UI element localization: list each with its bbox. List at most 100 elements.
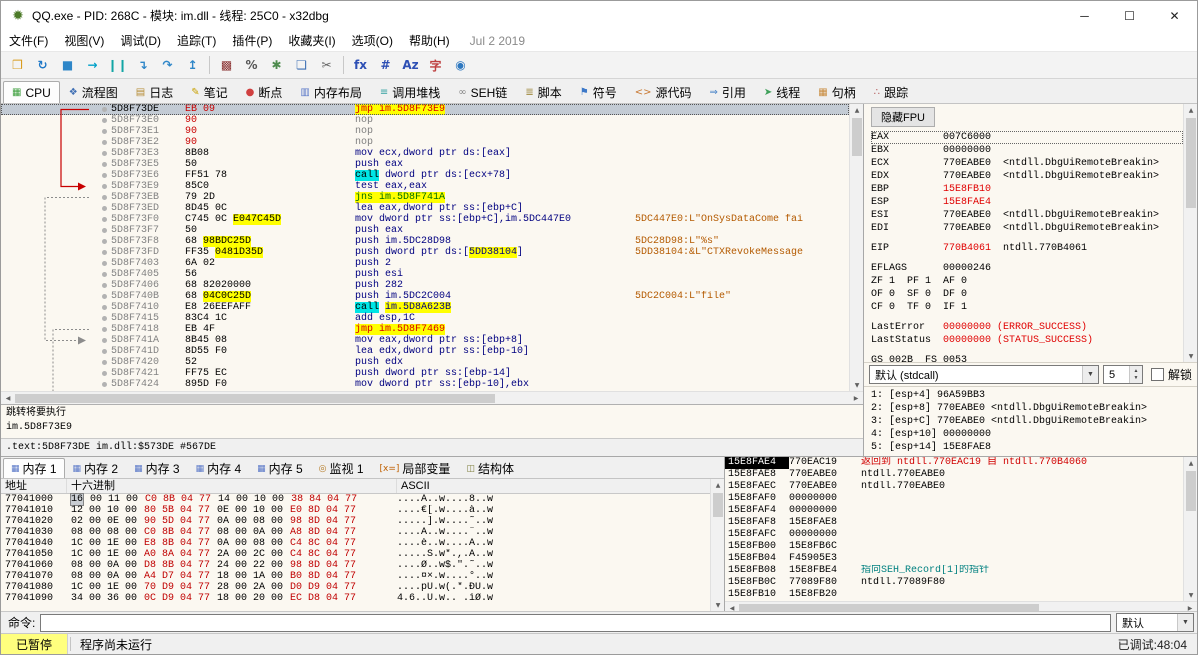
scroll-thumb[interactable]: [15, 394, 495, 403]
breakpoint-dot-cell[interactable]: [97, 379, 111, 390]
stack-row[interactable]: 15E8FAE4770EAC19返回到 ntdll.770EAC19 自 ntd…: [725, 457, 1183, 469]
stack-row[interactable]: 15E8FAE8770EABE0ntdll.770EABE0: [725, 469, 1183, 481]
disasm-row[interactable]: 5D8F73E550push eax: [1, 159, 849, 170]
breakpoint-dot-cell[interactable]: [97, 346, 111, 357]
step-out-icon[interactable]: ↥: [180, 54, 205, 77]
disasm-row[interactable]: 5D8F73EB79 2Djns im.5D8F741A: [1, 192, 849, 203]
stack-row[interactable]: 15E8FB1015E8FB20: [725, 589, 1183, 601]
argument-row[interactable]: 1: [esp+4] 96A59BB3: [871, 389, 1190, 402]
registers-vscrollbar[interactable]: ▲ ▼: [1183, 104, 1197, 362]
tab-dump3[interactable]: ▦内存 3: [126, 458, 188, 478]
breakpoint-dot-cell[interactable]: [97, 159, 111, 170]
scroll-left-arrow[interactable]: ◀: [725, 602, 739, 611]
disasm-row[interactable]: 5D8F7410E8 26EEFAFFcall im.5D8A623B: [1, 302, 849, 313]
dump-row[interactable]: 770410001600 11 00C0 8B 04 7714 00 10 00…: [1, 494, 710, 505]
command-profile-select[interactable]: 默认 ▼: [1116, 613, 1194, 632]
disasm-vscrollbar[interactable]: ▲ ▼: [849, 104, 863, 391]
tab-seh[interactable]: ∞SEH链: [449, 81, 516, 103]
breakpoint-dot-cell[interactable]: [97, 280, 111, 291]
argument-row[interactable]: 4: [esp+10] 00000000: [871, 428, 1190, 441]
scroll-thumb[interactable]: [852, 118, 862, 156]
tab-threads[interactable]: ➤线程: [755, 81, 809, 103]
breakpoint-dot-cell[interactable]: [97, 324, 111, 335]
tab-memory-map[interactable]: ▥内存布局: [291, 81, 370, 103]
scroll-down-arrow[interactable]: ▼: [850, 379, 864, 391]
calling-convention-select[interactable]: 默认 (stdcall) ▼: [869, 365, 1099, 384]
register-eflags[interactable]: EFLAGS00000246: [871, 262, 1183, 275]
pause-icon[interactable]: ❙❙: [105, 54, 130, 77]
breakpoint-dot-cell[interactable]: [97, 368, 111, 379]
tab-symbols[interactable]: ⚑符号: [571, 81, 626, 103]
breakpoint-dot-cell[interactable]: [97, 170, 111, 181]
disasm-row[interactable]: 5D8F73F0C745 0C E047C45Dmov dword ptr ss…: [1, 214, 849, 225]
dump-header-address[interactable]: 地址: [1, 479, 67, 493]
stack-row[interactable]: 15E8FAF815E8FAE8: [725, 517, 1183, 529]
breakpoint-dot-cell[interactable]: [97, 236, 111, 247]
dump-row[interactable]: 7704103008 00 08 00C0 8B 04 7708 00 0A 0…: [1, 527, 710, 538]
stack-rows[interactable]: 15E8FAE4770EAC19返回到 ntdll.770EAC19 自 ntd…: [725, 457, 1183, 601]
breakpoint-dot-cell[interactable]: [97, 203, 111, 214]
step-over-icon[interactable]: ↷: [155, 54, 180, 77]
patches-icon[interactable]: ▩: [214, 54, 239, 77]
scroll-thumb[interactable]: [713, 493, 723, 517]
register-ecx[interactable]: ECX770EABE0<ntdll.DbgUiRemoteBreakin>: [871, 157, 1183, 170]
dump-row[interactable]: 7704101012 00 10 0080 5B 04 770E 00 10 0…: [1, 505, 710, 516]
menu-help[interactable]: 帮助(H): [401, 30, 458, 51]
scroll-right-arrow[interactable]: ▶: [1183, 602, 1197, 611]
tab-source[interactable]: <>源代码: [626, 81, 701, 103]
scroll-thumb[interactable]: [1186, 118, 1196, 208]
fx-icon[interactable]: fx: [348, 54, 373, 77]
breakpoint-dot-cell[interactable]: [97, 126, 111, 137]
menu-options[interactable]: 选项(O): [344, 30, 401, 51]
disasm-row[interactable]: 5D8F740668 82020000push 282: [1, 280, 849, 291]
disasm-row[interactable]: 5D8F73E38B08mov ecx,dword ptr ds:[eax]: [1, 148, 849, 159]
breakpoint-dot-cell[interactable]: [97, 181, 111, 192]
breakpoint-dot-cell[interactable]: [97, 291, 111, 302]
dump-row[interactable]: 7704107008 00 0A 00A4 D7 04 7718 00 1A 0…: [1, 571, 710, 582]
register-esp[interactable]: ESP15E8FAE4: [871, 196, 1183, 209]
disassembly-rows[interactable]: 5D8F73DEEB 09jmp im.5D8F73E95D8F73E090no…: [1, 104, 849, 391]
stack-row[interactable]: 15E8FB04F45905E3: [725, 553, 1183, 565]
dump-vscrollbar[interactable]: ▲ ▼: [710, 479, 724, 611]
tab-script[interactable]: ≣脚本: [516, 81, 570, 103]
breakpoint-dot-cell[interactable]: [97, 258, 111, 269]
scroll-thumb[interactable]: [739, 604, 1039, 611]
tab-dump4[interactable]: ▦内存 4: [188, 458, 250, 478]
scroll-down-arrow[interactable]: ▼: [711, 599, 725, 611]
disasm-row[interactable]: 5D8F7421FF75 ECpush dword ptr ss:[ebp-14…: [1, 368, 849, 379]
scroll-up-arrow[interactable]: ▲: [1184, 104, 1197, 116]
strings-icon[interactable]: ✂: [314, 54, 339, 77]
menu-file[interactable]: 文件(F): [1, 30, 56, 51]
restart-icon[interactable]: ↻: [30, 54, 55, 77]
breakpoint-dot-cell[interactable]: [97, 115, 111, 126]
disasm-row[interactable]: 5D8F74036A 02push 2: [1, 258, 849, 269]
arguments-list[interactable]: 1: [esp+4] 96A59BB32: [esp+8] 770EABE0 <…: [864, 386, 1197, 456]
stack-row[interactable]: 15E8FAFC00000000: [725, 529, 1183, 541]
scroll-down-arrow[interactable]: ▼: [1184, 350, 1197, 362]
scroll-up-arrow[interactable]: ▲: [850, 104, 864, 116]
scroll-left-arrow[interactable]: ◀: [1, 392, 15, 404]
disasm-row[interactable]: 5D8F73E6FF51 78call dword ptr ds:[ecx+78…: [1, 170, 849, 181]
unlock-checkbox[interactable]: [1151, 368, 1164, 381]
dump-row[interactable]: 7704102002 00 0E 0090 5D 04 770A 00 08 0…: [1, 516, 710, 527]
register-eip[interactable]: EIP770B4061ntdll.770B4061: [871, 242, 1183, 255]
disasm-row[interactable]: 5D8F740B68 04C0C25Dpush im.5DC2C0045DC2C…: [1, 291, 849, 302]
breakpoint-dot-cell[interactable]: [97, 225, 111, 236]
disasm-row[interactable]: 5D8F7418EB 4Fjmp im.5D8F7469: [1, 324, 849, 335]
disasm-row[interactable]: 5D8F741A8B45 08mov eax,dword ptr ss:[ebp…: [1, 335, 849, 346]
dump-header-ascii[interactable]: ASCII: [397, 479, 710, 493]
scroll-up-arrow[interactable]: ▲: [1184, 457, 1197, 469]
command-input[interactable]: [40, 614, 1111, 632]
register-edi[interactable]: EDI770EABE0<ntdll.DbgUiRemoteBreakin>: [871, 222, 1183, 235]
hide-fpu-button[interactable]: 隐藏FPU: [871, 107, 935, 127]
maximize-button[interactable]: ☐: [1107, 1, 1152, 30]
menu-favourites[interactable]: 收藏夹(I): [280, 30, 343, 51]
tab-graph[interactable]: ❖流程图: [60, 81, 127, 103]
disasm-row[interactable]: 5D8F73DEEB 09jmp im.5D8F73E9: [1, 104, 849, 115]
tab-dump5[interactable]: ▦内存 5: [249, 458, 311, 478]
registers-view[interactable]: 隐藏FPU EAX007C6000EBX00000000ECX770EABE0<…: [864, 104, 1197, 362]
breakpoint-dot-cell[interactable]: [97, 335, 111, 346]
step-into-icon[interactable]: ↴: [130, 54, 155, 77]
menu-plugins[interactable]: 插件(P): [224, 30, 280, 51]
topmost-icon[interactable]: ❏: [289, 54, 314, 77]
